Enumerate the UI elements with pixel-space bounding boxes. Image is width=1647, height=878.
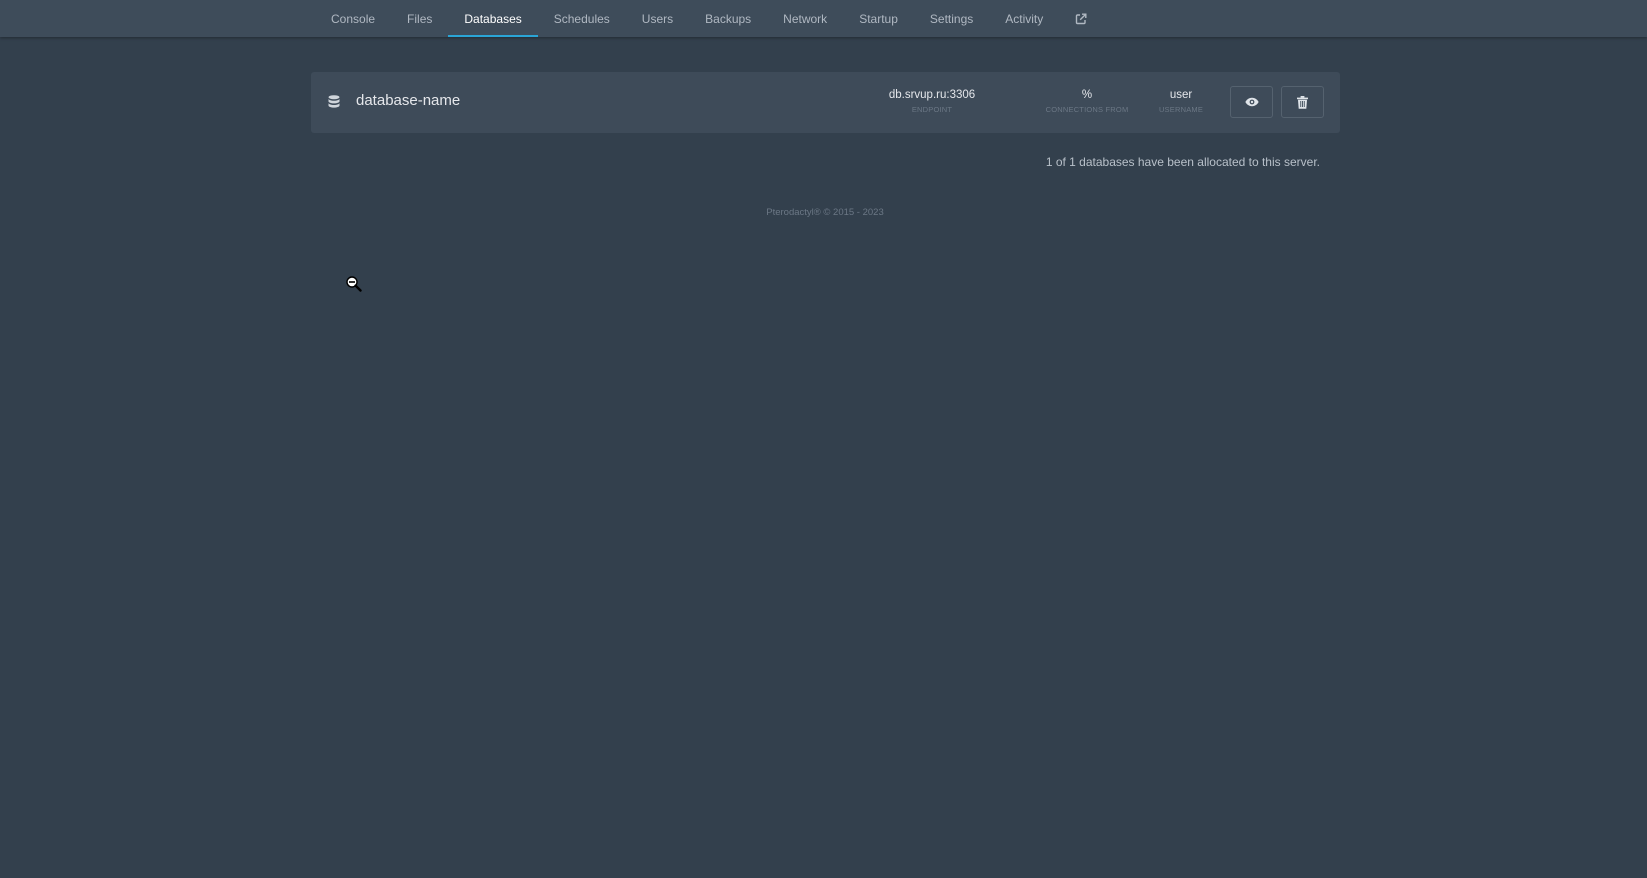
connections-from-stat: % CONNECTIONS FROM (1037, 88, 1137, 116)
footer-copyright: Pterodactyl® © 2015 - 2023 (766, 207, 884, 218)
endpoint-label: ENDPOINT (911, 105, 953, 114)
delete-database-button[interactable] (1281, 86, 1324, 118)
eye-icon (1244, 97, 1259, 107)
tab-backups[interactable]: Backups (689, 0, 767, 37)
tab-databases[interactable]: Databases (448, 0, 539, 37)
allocation-status: 1 of 1 databases have been allocated to … (1045, 155, 1320, 169)
trash-icon (1297, 95, 1308, 109)
tab-settings[interactable]: Settings (914, 0, 989, 37)
tab-startup[interactable]: Startup (843, 0, 914, 37)
endpoint-stat: db.srvup.ru:3306 ENDPOINT (877, 88, 987, 116)
tab-schedules[interactable]: Schedules (538, 0, 626, 37)
zoom-out-cursor-icon (346, 276, 362, 292)
tab-console[interactable]: Console (315, 0, 391, 37)
endpoint-value: db.srvup.ru:3306 (888, 89, 976, 101)
username-stat: user USERNAME (1151, 88, 1211, 116)
database-icon (328, 95, 340, 108)
connections-from-value: % (1081, 89, 1093, 101)
tab-network[interactable]: Network (767, 0, 843, 37)
external-link-icon (1076, 13, 1087, 24)
tab-external-link[interactable] (1059, 0, 1103, 37)
tab-activity[interactable]: Activity (989, 0, 1059, 37)
top-navigation: Console Files Databases Schedules Users … (0, 0, 1647, 37)
database-row: database-name db.srvup.ru:3306 ENDPOINT … (311, 72, 1340, 133)
username-label: USERNAME (1158, 105, 1204, 114)
tab-files[interactable]: Files (391, 0, 448, 37)
tab-users[interactable]: Users (626, 0, 689, 37)
view-details-button[interactable] (1230, 86, 1273, 118)
connections-from-label: CONNECTIONS FROM (1045, 105, 1129, 114)
username-value: user (1169, 89, 1193, 101)
tab-bar: Console Files Databases Schedules Users … (315, 0, 1103, 37)
database-name: database-name (356, 92, 461, 109)
